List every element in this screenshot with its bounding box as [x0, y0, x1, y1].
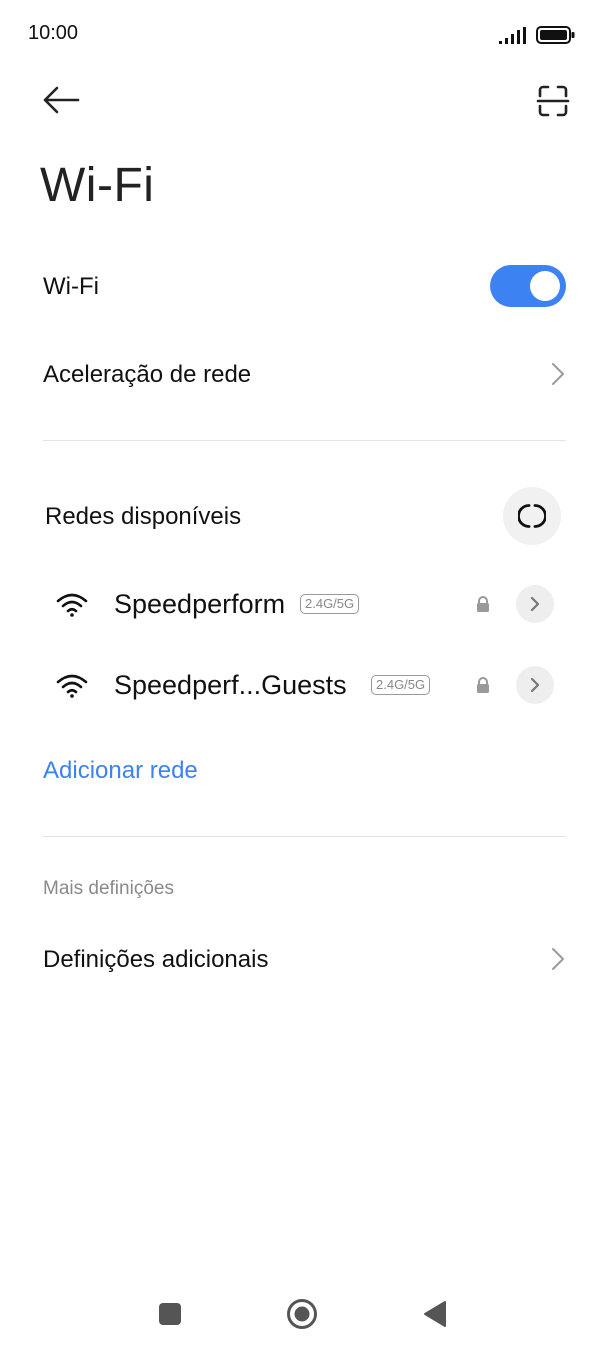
back-button[interactable]: [40, 84, 82, 116]
toggle-knob: [530, 271, 560, 301]
network-detail-button[interactable]: [516, 666, 554, 704]
page-title: Wi-Fi: [40, 159, 155, 212]
status-icons: [498, 24, 578, 46]
network-detail-button[interactable]: [516, 585, 554, 623]
network-name: Speedperform: [114, 589, 286, 619]
circle-icon: [287, 1299, 317, 1329]
lock-icon: [477, 677, 489, 693]
divider: [43, 836, 566, 837]
status-time: 10:00: [28, 22, 79, 44]
chevron-right-icon: [552, 363, 564, 385]
network-name: Speedperf...Guests: [114, 670, 347, 700]
refresh-button[interactable]: [503, 487, 561, 545]
add-network-link[interactable]: Adicionar rede: [43, 757, 198, 785]
home-button[interactable]: [286, 1298, 318, 1330]
chevron-right-icon: [530, 677, 540, 693]
lock-icon: [477, 596, 489, 612]
chevron-right-icon: [530, 596, 540, 612]
additional-settings-label: Definições adicionais: [43, 946, 269, 973]
wifi-signal-icon: [56, 674, 88, 698]
network-band-badge: 2.4G/5G: [371, 675, 431, 695]
wifi-toggle-label: Wi-Fi: [43, 273, 99, 300]
network-band-badge: 2.4G/5G: [300, 594, 360, 614]
qr-scan-icon: [536, 85, 570, 117]
triangle-back-icon: [424, 1301, 446, 1327]
recents-button[interactable]: [159, 1303, 181, 1325]
more-settings-label: Mais definições: [43, 878, 174, 899]
signal-icon: [499, 27, 526, 44]
scan-qr-button[interactable]: [536, 84, 570, 118]
wifi-signal-icon: [56, 593, 88, 617]
network-acceleration-label: Aceleração de rede: [43, 361, 252, 388]
chevron-right-icon: [552, 948, 564, 970]
battery-icon: [536, 26, 575, 44]
available-networks-label: Redes disponíveis: [45, 503, 242, 530]
nav-back-button[interactable]: [423, 1300, 447, 1328]
wifi-toggle[interactable]: [490, 265, 566, 307]
divider: [43, 440, 566, 441]
refresh-icon: [518, 504, 546, 528]
arrow-left-icon: [43, 86, 80, 114]
